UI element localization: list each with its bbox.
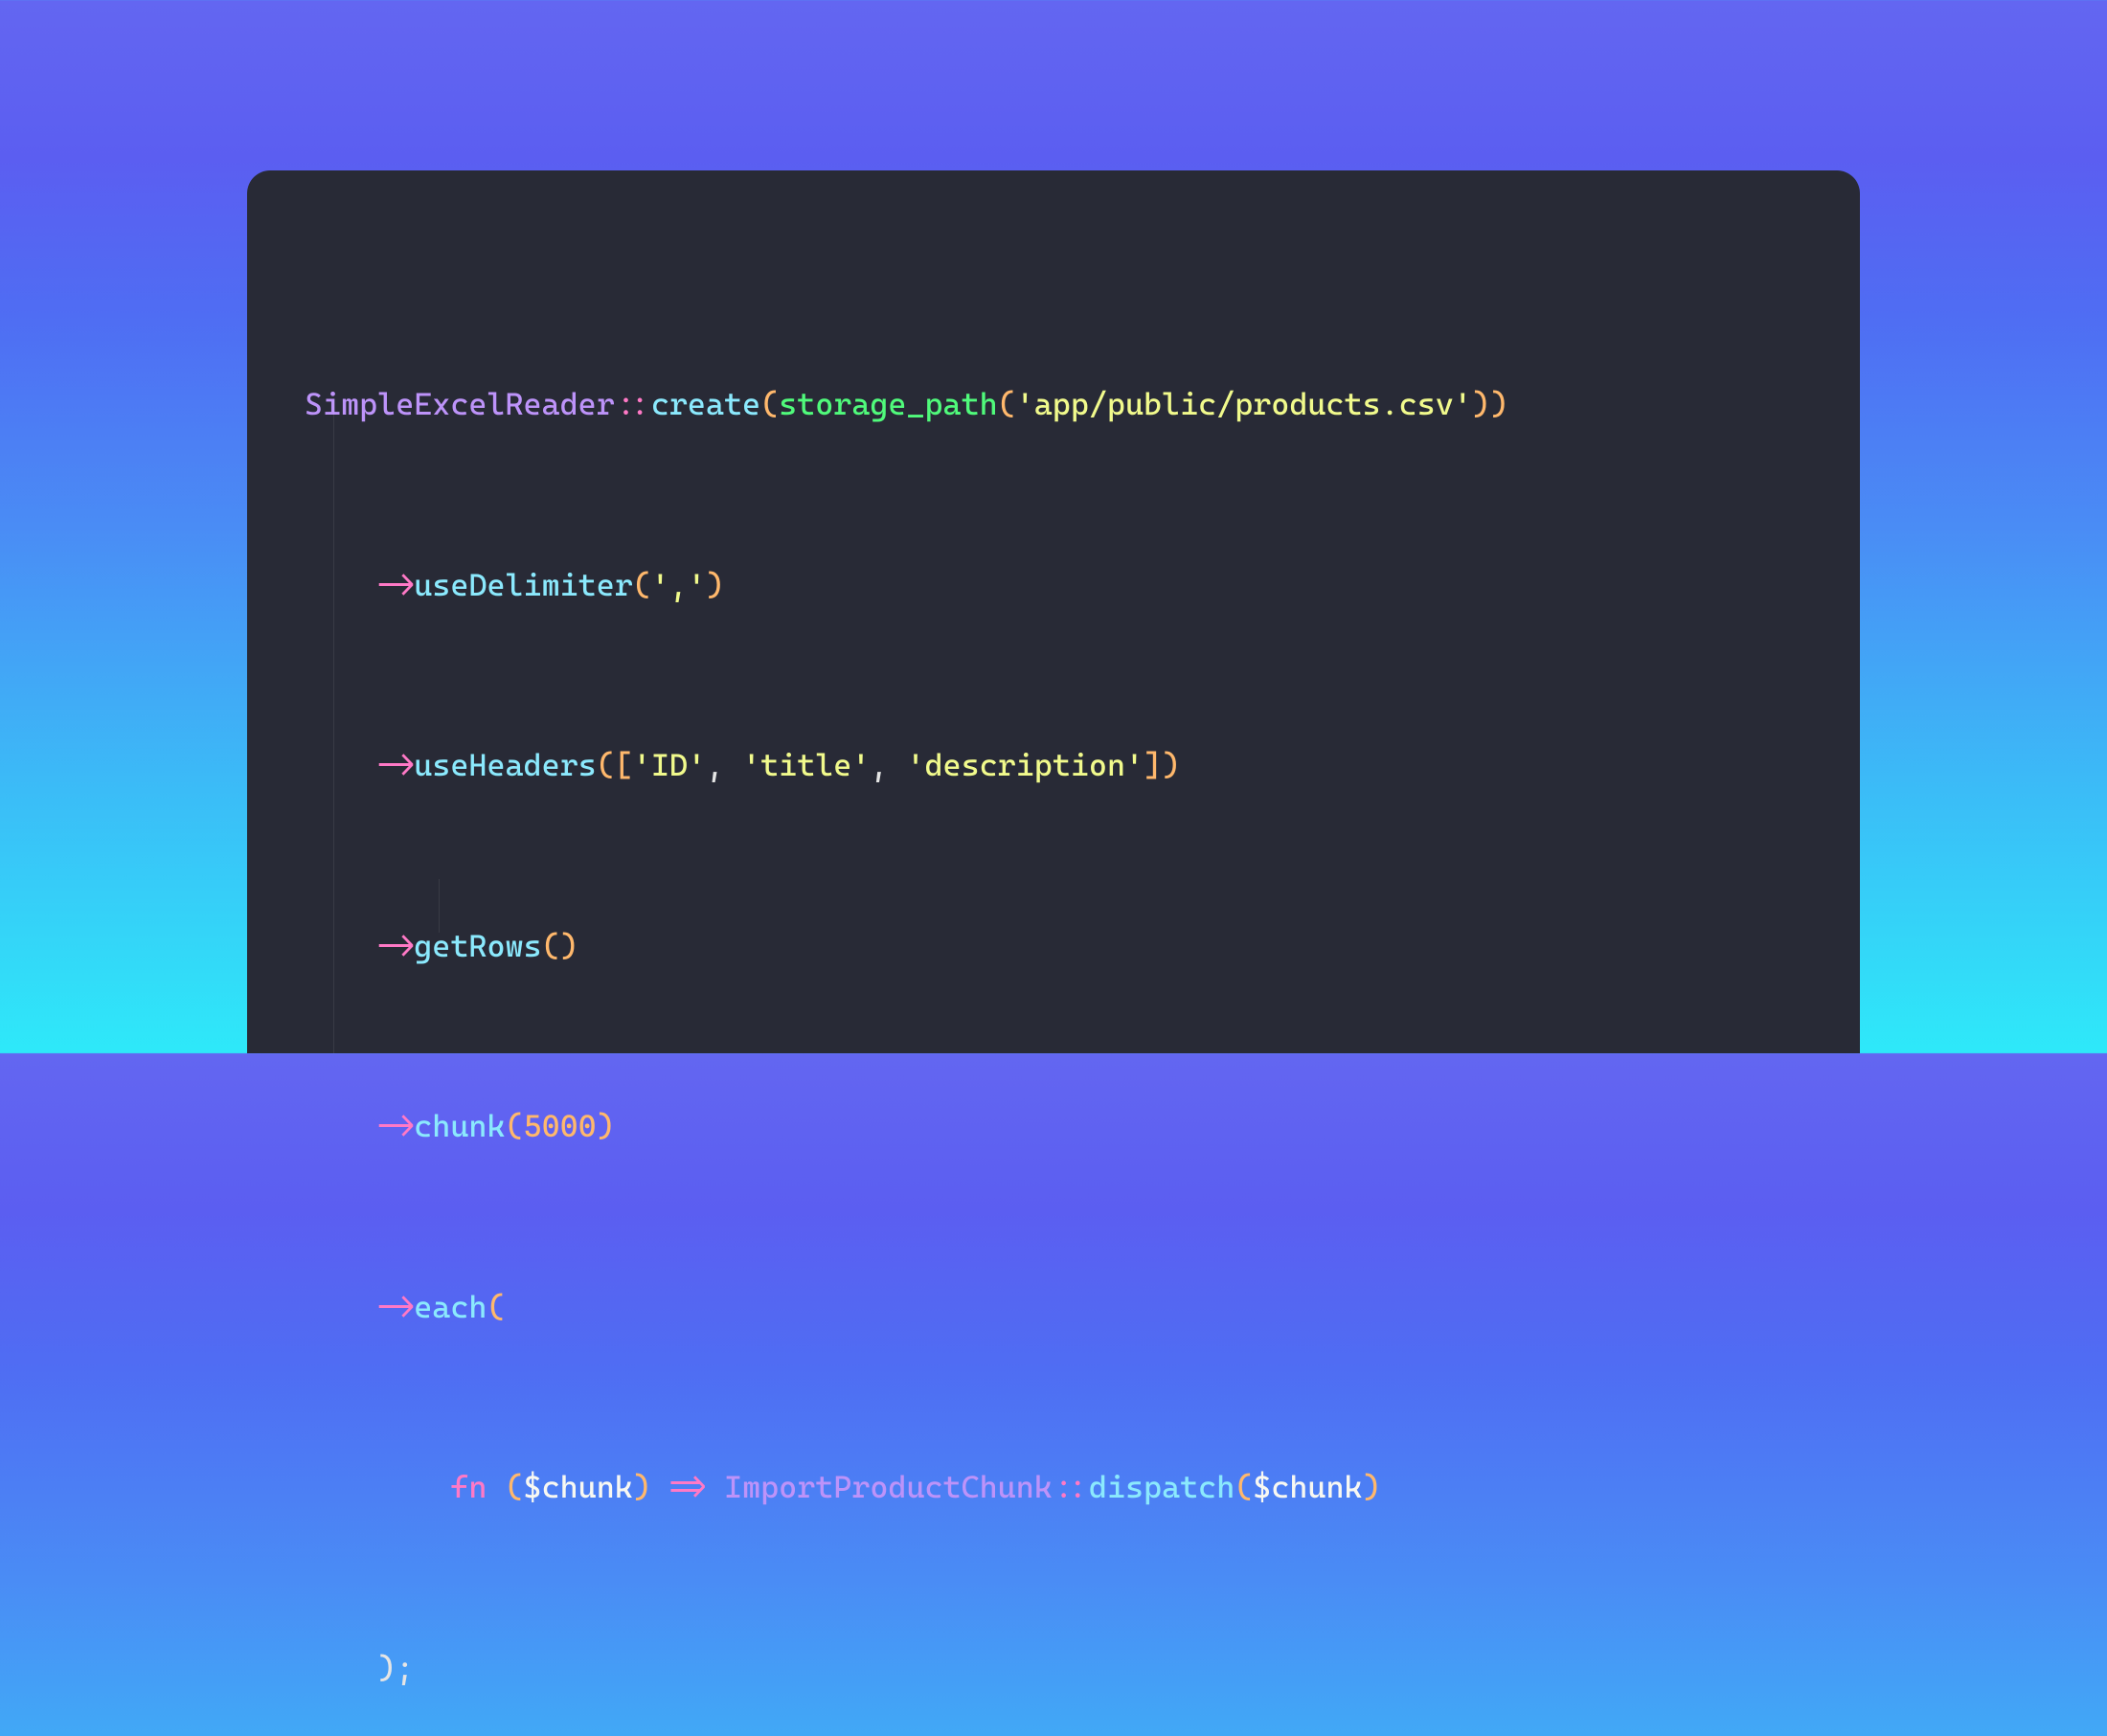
token-variable: $chunk xyxy=(524,1469,633,1505)
code-line xyxy=(305,1014,1802,1059)
token-class: ImportProductChunk xyxy=(724,1469,1053,1505)
token-paren: ( xyxy=(998,386,1016,422)
code-line: ->getRows() xyxy=(305,924,1802,969)
code-line: ->useDelimiter(',') xyxy=(305,563,1802,608)
code-line xyxy=(305,1195,1802,1240)
token-number: 5000 xyxy=(524,1108,597,1144)
indent-guide xyxy=(333,400,334,1053)
token-class: SimpleExcelReader xyxy=(305,386,615,422)
token-keyword: fn xyxy=(450,1469,487,1505)
token-method: useDelimiter xyxy=(414,567,633,603)
token-method: create xyxy=(651,386,760,422)
token-paren: ) xyxy=(633,1469,651,1505)
code-panel: SimpleExcelReader::create(storage_path('… xyxy=(247,170,1860,1053)
code-line xyxy=(305,473,1802,518)
token-comma: , xyxy=(706,747,742,783)
token-paren: ( xyxy=(597,747,615,783)
token-arrow: -> xyxy=(377,928,414,964)
indent-guide-inner xyxy=(439,879,440,933)
token-method: dispatch xyxy=(1089,1469,1235,1505)
token-paren: ( xyxy=(505,1108,523,1144)
token-arrow: -> xyxy=(377,1108,414,1144)
token-paren: ) xyxy=(1162,747,1180,783)
token-method: each xyxy=(414,1289,487,1325)
token-close: ); xyxy=(377,1650,414,1686)
token-paren: ) xyxy=(1363,1469,1381,1505)
token-arrow: -> xyxy=(377,567,414,603)
token-string: 'ID' xyxy=(633,747,706,783)
token-func: storage_path xyxy=(779,386,998,422)
code-line: ->useHeaders(['ID', 'title', 'descriptio… xyxy=(305,743,1802,788)
token-paren: ) xyxy=(1490,386,1508,422)
token-variable: $chunk xyxy=(1253,1469,1362,1505)
token-paren: ) xyxy=(597,1108,615,1144)
code-line xyxy=(305,653,1802,698)
token-paren: ) xyxy=(560,928,578,964)
token-arrow: -> xyxy=(377,747,414,783)
token-method: getRows xyxy=(414,928,541,964)
token-paren: ( xyxy=(1235,1469,1253,1505)
token-paren: ( xyxy=(633,567,651,603)
code-line: ->each( xyxy=(305,1285,1802,1330)
code-line: ); xyxy=(305,1646,1802,1691)
token-paren: ( xyxy=(542,928,560,964)
token-bracket: ] xyxy=(1144,747,1162,783)
code-line xyxy=(305,1556,1802,1601)
token-paren: ( xyxy=(760,386,779,422)
code-line xyxy=(305,834,1802,879)
token-arrow: -> xyxy=(377,1289,414,1325)
token-method: useHeaders xyxy=(414,747,596,783)
token-operator: :: xyxy=(1053,1469,1089,1505)
token-paren: ( xyxy=(487,1289,505,1325)
token-paren: ) xyxy=(1472,386,1490,422)
code-line: ->chunk(5000) xyxy=(305,1104,1802,1149)
code-line xyxy=(305,1375,1802,1420)
token-method: chunk xyxy=(414,1108,505,1144)
code-line: fn ($chunk) => ImportProductChunk::dispa… xyxy=(305,1465,1802,1510)
token-string: 'description' xyxy=(906,747,1144,783)
token-paren: ( xyxy=(505,1469,523,1505)
token-operator: :: xyxy=(615,386,651,422)
token-comma: , xyxy=(870,747,906,783)
token-fat-arrow: => xyxy=(669,1469,706,1505)
token-string: 'app/public/products.csv' xyxy=(1016,386,1472,422)
code-line: SimpleExcelReader::create(storage_path('… xyxy=(305,382,1802,427)
token-string: ',' xyxy=(651,567,706,603)
token-paren: ) xyxy=(706,567,724,603)
token-bracket: [ xyxy=(615,747,633,783)
token-string: 'title' xyxy=(742,747,870,783)
